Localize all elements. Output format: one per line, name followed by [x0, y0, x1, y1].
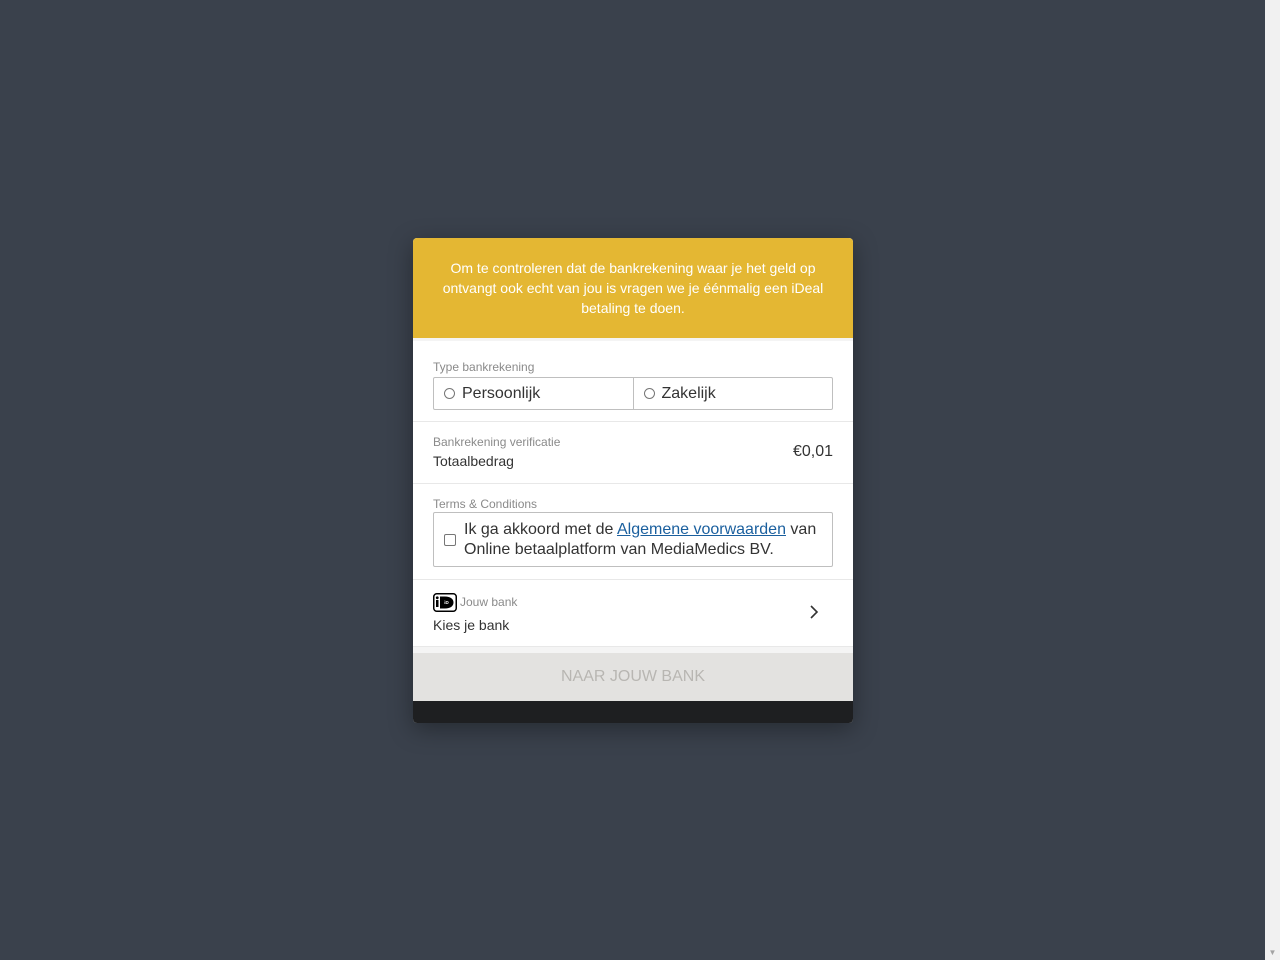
terms-agreement-box: Ik ga akkoord met de Algemene voorwaarde…	[433, 512, 833, 567]
verification-label: Bankrekening verificatie	[433, 435, 561, 449]
radio-option-persoonlijk[interactable]: Persoonlijk	[434, 378, 633, 409]
account-type-label: Type bankrekening	[433, 360, 535, 374]
amount-section: Bankrekening verificatie Totaalbedrag €0…	[413, 422, 853, 484]
terms-text-before: Ik ga akkoord met de	[464, 520, 617, 538]
chevron-right-icon	[810, 605, 819, 619]
bank-value: Kies je bank	[433, 617, 510, 633]
terms-text: Ik ga akkoord met de Algemene voorwaarde…	[464, 520, 822, 560]
card-footer-bar	[413, 701, 853, 723]
account-type-section: Type bankrekening Persoonlijk Zakelijk	[413, 341, 853, 422]
radio-label-zakelijk: Zakelijk	[661, 384, 716, 402]
ideal-icon: iD	[433, 593, 457, 612]
bank-label: Jouw bank	[460, 595, 518, 609]
bank-selector[interactable]: iD Jouw bank Kies je bank	[413, 580, 853, 647]
page-scrollbar[interactable]: ▼	[1265, 0, 1280, 960]
scroll-down-arrow-icon[interactable]: ▼	[1265, 945, 1280, 960]
to-bank-button[interactable]: NAAR JOUW BANK	[413, 653, 853, 701]
radio-label-persoonlijk: Persoonlijk	[462, 384, 541, 402]
payment-verification-card: Om te controleren dat de bankrekening wa…	[413, 238, 853, 723]
account-type-radio-group: Persoonlijk Zakelijk	[433, 377, 833, 410]
terms-conditions-link[interactable]: Algemene voorwaarden	[617, 521, 786, 538]
info-banner: Om te controleren dat de bankrekening wa…	[413, 238, 853, 338]
radio-button[interactable]	[444, 388, 455, 399]
total-label: Totaalbedrag	[433, 453, 514, 469]
svg-text:iD: iD	[444, 600, 449, 605]
radio-button[interactable]	[643, 388, 655, 399]
total-amount: €0,01	[792, 443, 833, 460]
radio-option-zakelijk[interactable]: Zakelijk	[632, 378, 833, 409]
terms-section: Terms & Conditions Ik ga akkoord met de …	[413, 484, 853, 580]
terms-checkbox[interactable]	[444, 533, 456, 546]
terms-label: Terms & Conditions	[433, 497, 538, 511]
